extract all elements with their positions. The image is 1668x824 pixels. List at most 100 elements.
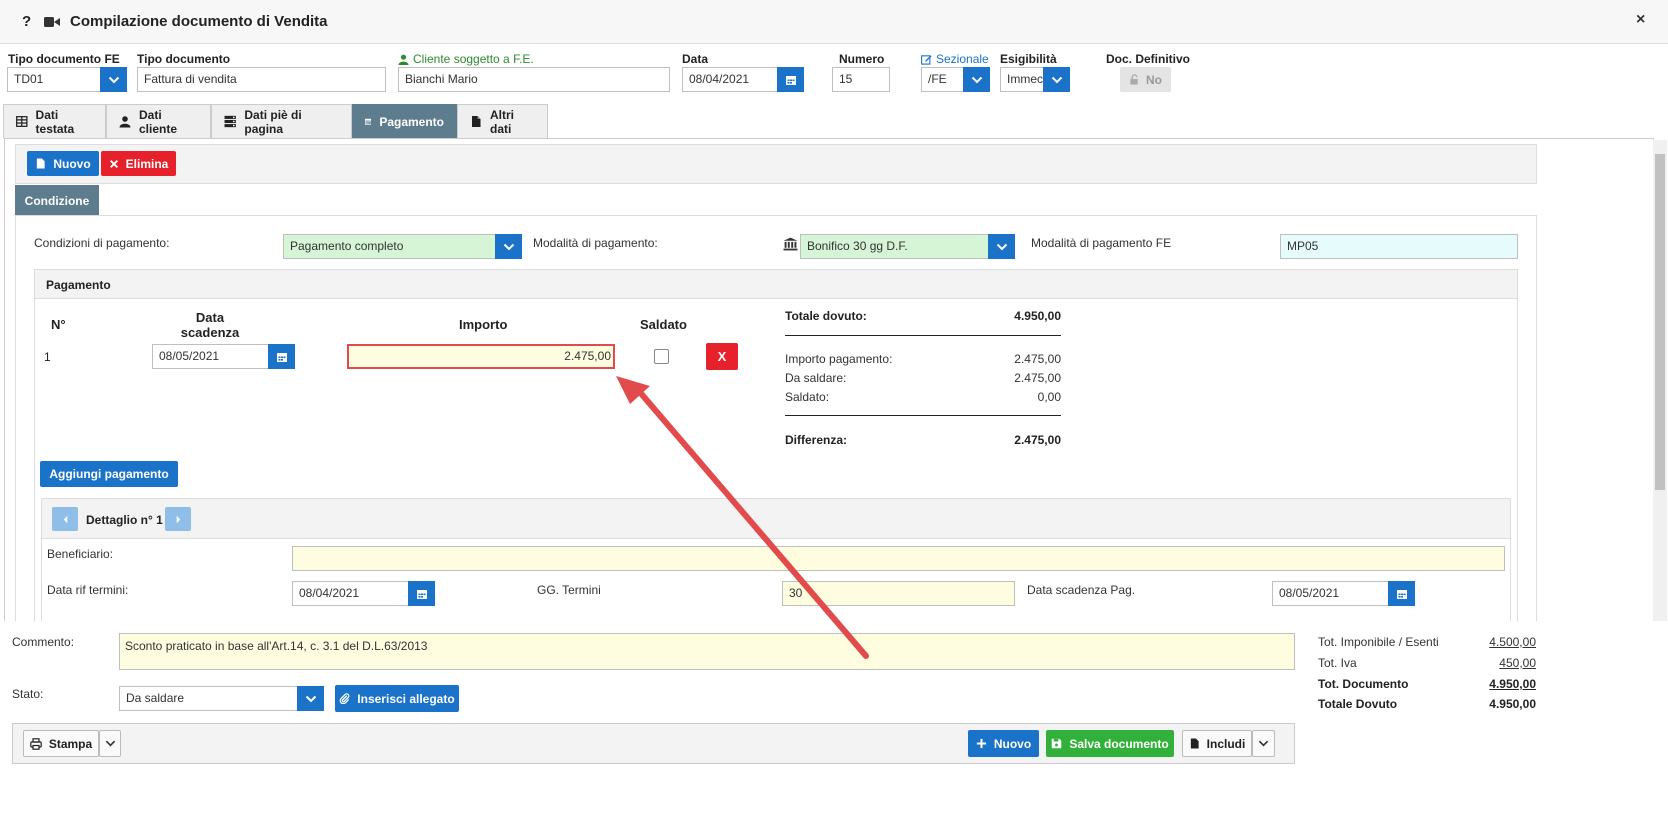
data-calendar-button[interactable] — [777, 67, 804, 92]
calendar-icon — [416, 589, 427, 599]
importo-pagamento-label: Importo pagamento: — [785, 352, 893, 366]
row-saldato-checkbox[interactable] — [654, 349, 669, 364]
aggiungi-pagamento-button[interactable]: Aggiungi pagamento — [40, 461, 178, 487]
summary-divider-top — [785, 335, 1061, 336]
row-delete-button[interactable]: X — [706, 343, 738, 370]
prev-dettaglio-button[interactable] — [52, 507, 78, 531]
commento-label: Commento: — [12, 635, 75, 649]
tab-dati-cliente-label: Dati cliente — [138, 107, 177, 136]
help-icon[interactable]: ? — [22, 13, 31, 30]
beneficiario-input[interactable] — [292, 546, 1505, 571]
col-saldato-header: Saldato — [640, 317, 687, 332]
beneficiario-label: Beneficiario: — [47, 547, 114, 561]
stato-label: Stato: — [12, 687, 44, 701]
stato-dropdown-button[interactable] — [297, 686, 324, 711]
salva-documento-label: Salva documento — [1069, 736, 1169, 751]
data-scadenza-calendar-button[interactable] — [1388, 581, 1415, 606]
scrollbar-thumb[interactable] — [1655, 154, 1665, 490]
nuovo-button[interactable]: Nuovo — [27, 151, 99, 176]
chevron-down-icon — [503, 243, 514, 250]
chevron-down-icon — [105, 740, 115, 747]
file-icon — [37, 158, 45, 169]
data-scadenza-pag-label: Data scadenza Pag. — [1027, 583, 1136, 597]
gg-termini-label: GG. Termini — [537, 583, 601, 597]
chevron-down-icon — [108, 76, 119, 83]
chevron-down-icon — [996, 243, 1007, 250]
esigibilita-dropdown-button[interactable] — [1043, 67, 1070, 92]
data-input[interactable]: 08/04/2021 — [682, 67, 779, 92]
file-icon — [472, 115, 481, 128]
tot-imponibile-label: Tot. Imponibile / Esenti — [1318, 635, 1439, 649]
modalita-select[interactable]: Bonifico 30 gg D.F. — [800, 234, 989, 259]
pagamento-title: Pagamento — [46, 278, 111, 292]
chevron-down-icon — [1258, 740, 1269, 747]
elimina-button[interactable]: Elimina — [101, 151, 176, 176]
esigibilita-label: Esigibilità — [1000, 52, 1057, 66]
plus-icon — [976, 738, 986, 749]
sezionale-dropdown-button[interactable] — [963, 67, 990, 92]
commento-textarea[interactable]: Sconto praticato in base all'Art.14, c. … — [119, 633, 1295, 670]
modalita-dropdown-button[interactable] — [988, 234, 1015, 259]
print-icon — [30, 737, 42, 750]
esigibilita-select[interactable]: Immec — [1000, 67, 1046, 92]
numero-input[interactable]: 15 — [832, 67, 890, 92]
tab-dati-pie-pagina[interactable]: Dati piè di pagina — [211, 104, 352, 138]
tab-dati-cliente[interactable]: Dati cliente — [106, 104, 211, 138]
close-icon[interactable]: × — [1636, 11, 1645, 29]
nuovo-documento-button[interactable]: Nuovo — [968, 730, 1039, 757]
sezionale-label-group[interactable]: Sezionale — [921, 52, 989, 66]
tipo-fe-dropdown-button[interactable] — [100, 67, 127, 92]
calendar-icon — [365, 118, 372, 125]
tab-dati-pie-pagina-label: Dati piè di pagina — [244, 107, 302, 136]
tab-pagamento[interactable]: Pagamento — [352, 104, 457, 138]
edit-icon — [921, 54, 932, 65]
stato-select[interactable]: Da saldare — [119, 686, 299, 711]
stampa-dropdown-button[interactable] — [99, 730, 121, 757]
tipo-fe-select[interactable]: TD01 — [7, 67, 102, 92]
tab-dati-testata[interactable]: Dati testata — [3, 104, 106, 138]
tot-documento-value[interactable]: 4.950,00 — [1436, 677, 1536, 691]
includi-label: Includi — [1206, 736, 1246, 751]
tab-altri-dati[interactable]: Altri dati — [457, 104, 548, 138]
next-dettaglio-button[interactable] — [165, 507, 191, 531]
stampa-button[interactable]: Stampa — [23, 730, 99, 757]
row-importo-input[interactable]: 2.475,00 — [347, 344, 615, 369]
toolbar — [15, 144, 1537, 184]
row-calendar-button[interactable] — [268, 344, 295, 369]
cliente-input[interactable]: Bianchi Mario — [398, 67, 670, 92]
salva-documento-button[interactable]: Salva documento — [1046, 730, 1174, 757]
numero-label: Numero — [839, 52, 885, 66]
dettaglio-header — [42, 499, 1510, 539]
dettaglio-title: Dettaglio n° 1 — [86, 513, 163, 527]
row-data-scadenza-input[interactable]: 08/05/2021 — [152, 344, 270, 369]
sezionale-select[interactable]: /FE — [921, 67, 967, 92]
nuovo-button-label: Nuovo — [53, 156, 91, 171]
inserisci-allegato-button[interactable]: Inserisci allegato — [335, 685, 459, 712]
modalita-label: Modalità di pagamento: — [533, 236, 658, 250]
window-title: Compilazione documento di Vendita — [70, 13, 328, 30]
tot-imponibile-value[interactable]: 4.500,00 — [1436, 635, 1536, 649]
tipo-doc-input[interactable]: Fattura di vendita — [137, 67, 386, 92]
data-scadenza-pag-input[interactable]: 08/05/2021 — [1272, 581, 1390, 606]
tab-condizione[interactable]: Condizione — [15, 185, 99, 216]
table-icon — [16, 116, 28, 127]
calendar-icon — [276, 352, 287, 362]
data-rif-calendar-button[interactable] — [408, 581, 435, 606]
includi-button[interactable]: Includi — [1182, 730, 1252, 757]
condizioni-dropdown-button[interactable] — [495, 234, 522, 259]
totale-dovuto-label: Totale dovuto: — [785, 309, 867, 323]
video-camera-icon[interactable] — [44, 15, 60, 29]
data-rif-input[interactable]: 08/04/2021 — [292, 581, 410, 606]
condizioni-select[interactable]: Pagamento completo — [283, 234, 498, 259]
definitivo-toggle[interactable]: No — [1120, 67, 1171, 92]
file-icon — [1190, 738, 1199, 749]
user-icon — [119, 116, 131, 128]
modalita-fe-input[interactable]: MP05 — [1280, 234, 1518, 259]
tot-iva-value[interactable]: 450,00 — [1436, 656, 1536, 670]
differenza-value: 2.475,00 — [1014, 433, 1061, 447]
condizioni-label: Condizioni di pagamento: — [34, 236, 170, 250]
gg-termini-input[interactable]: 30 — [782, 581, 1015, 606]
chevron-right-icon — [176, 515, 180, 523]
chevron-left-icon — [63, 515, 67, 523]
includi-dropdown-button[interactable] — [1252, 730, 1275, 757]
